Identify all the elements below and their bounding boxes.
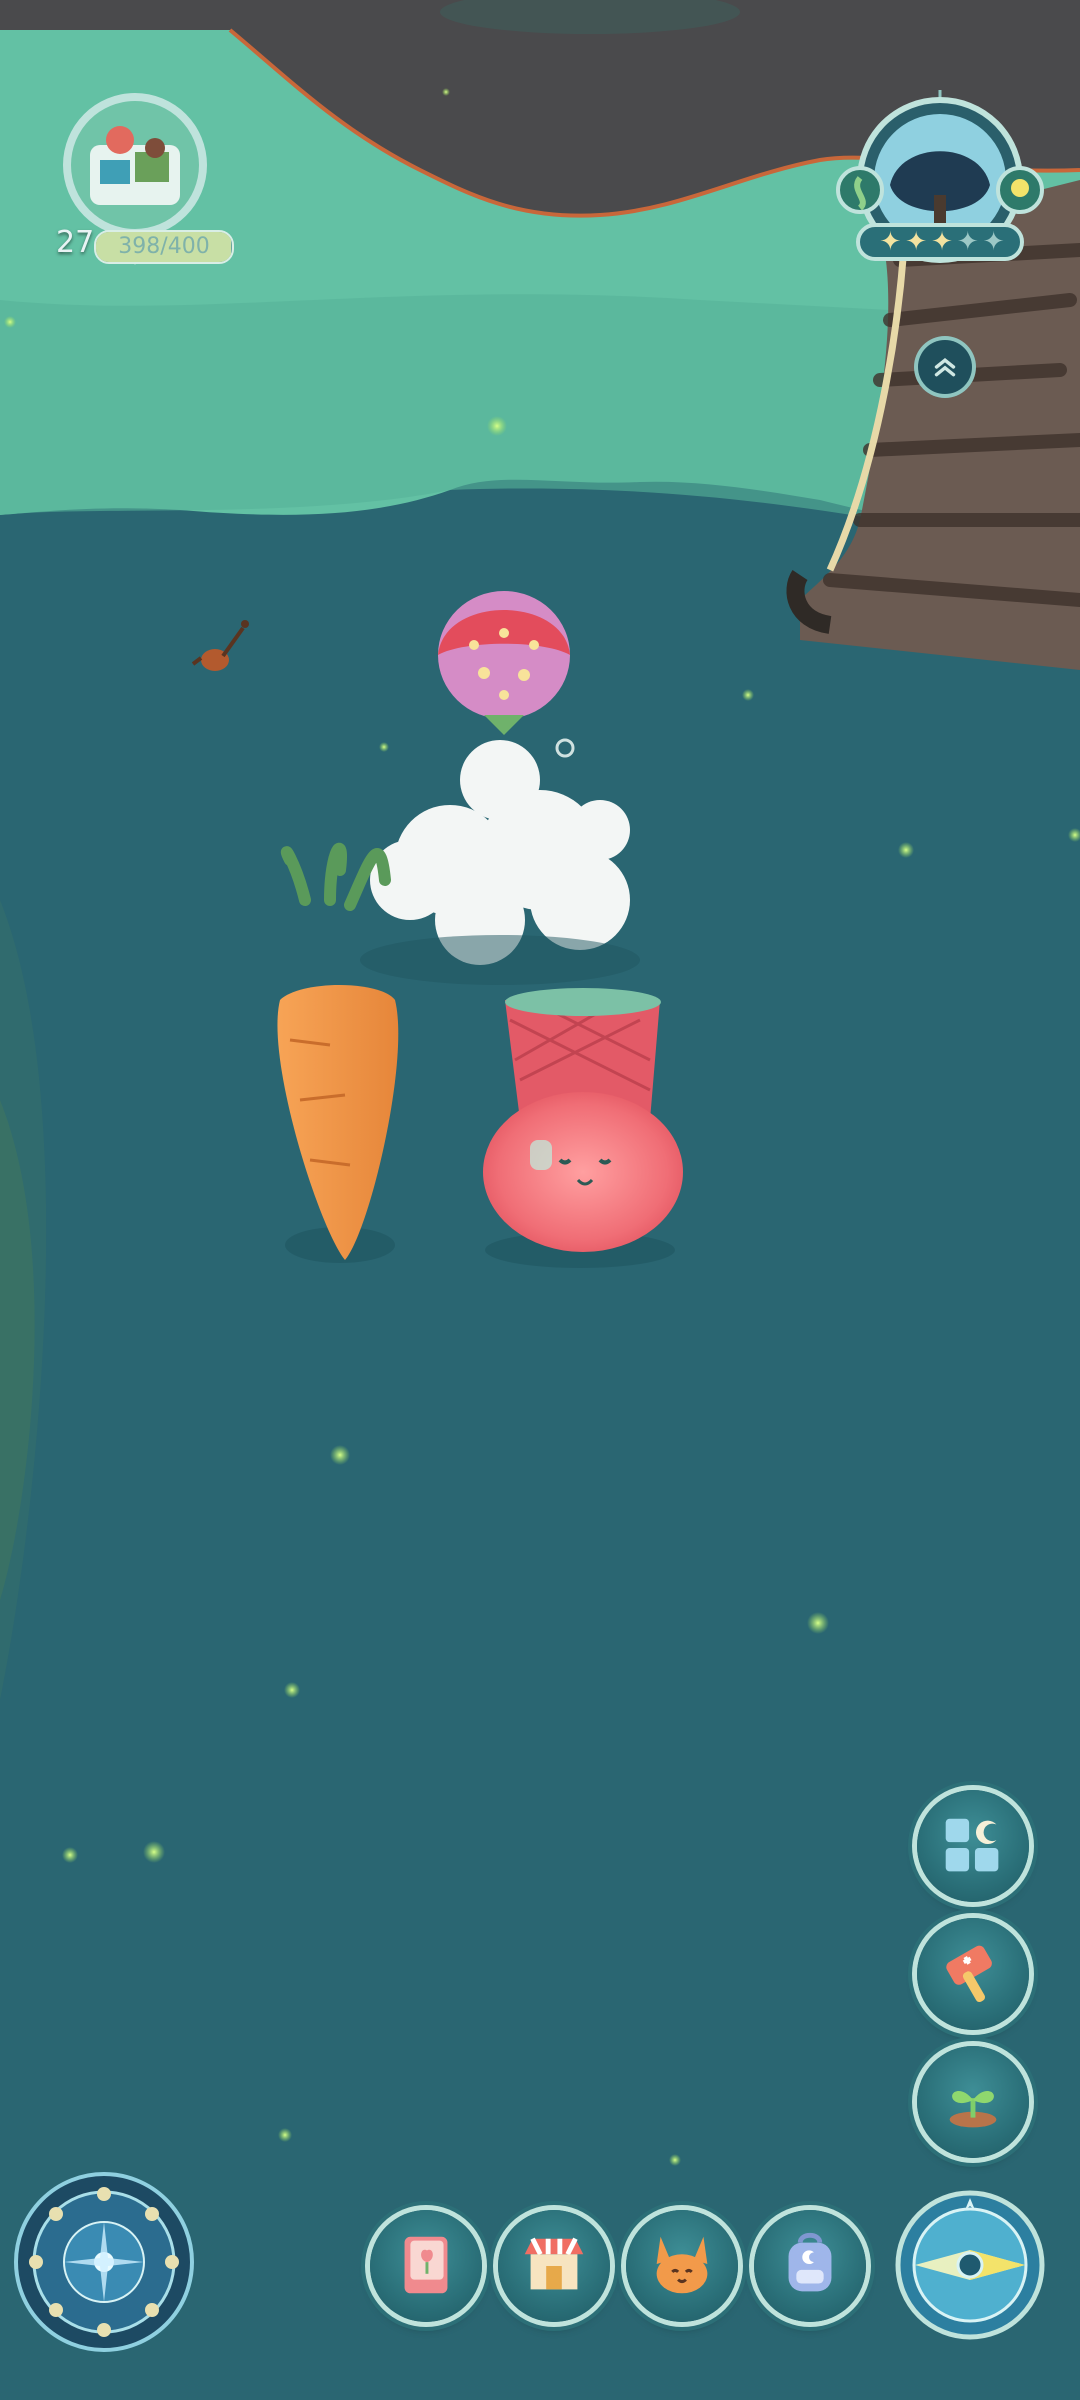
backpack-icon [788,2232,832,2292]
shop-button[interactable] [498,2210,610,2322]
collection-book-button[interactable] [370,2210,482,2322]
fox-icon [656,2236,708,2294]
flower-book-icon [404,2236,448,2294]
sprout-icon [949,2091,997,2128]
navigation-compass-button[interactable] [895,2190,1045,2340]
xp-progress-bar: 398/400 [94,230,234,264]
navigation-compass-icon [895,2190,1045,2340]
decor-menu-button[interactable] [917,1790,1029,1902]
expand-button[interactable] [918,340,972,394]
xp-text: 398/400 [118,234,210,259]
star-empty-icon: ✦ [956,227,979,257]
grid-moon-icon [945,1818,999,1872]
shop-icon [524,2237,584,2290]
plant-menu-button[interactable] [917,2046,1029,2158]
star-empty-icon: ✦ [982,227,1005,257]
star-filled-icon: ✦ [879,227,902,257]
star-filled-icon: ✦ [931,227,953,257]
season-tree-widget[interactable]: ✦ ✦ ✦ ✦ ✦ [830,90,1050,290]
season-stars: ✦ ✦ ✦ ✦ ✦ [872,225,1012,259]
backpack-button[interactable] [754,2210,866,2322]
chevron-up-icon [934,358,956,377]
moon-compass-icon [14,2172,194,2352]
player-level: 27 [56,225,95,260]
star-filled-icon: ✦ [905,227,928,257]
tree-season-icon [836,90,1044,263]
hammer-icon [946,1945,992,2003]
character-button[interactable] [626,2210,738,2322]
moon-compass-button[interactable] [14,2172,194,2352]
build-menu-button[interactable] [917,1918,1029,2030]
